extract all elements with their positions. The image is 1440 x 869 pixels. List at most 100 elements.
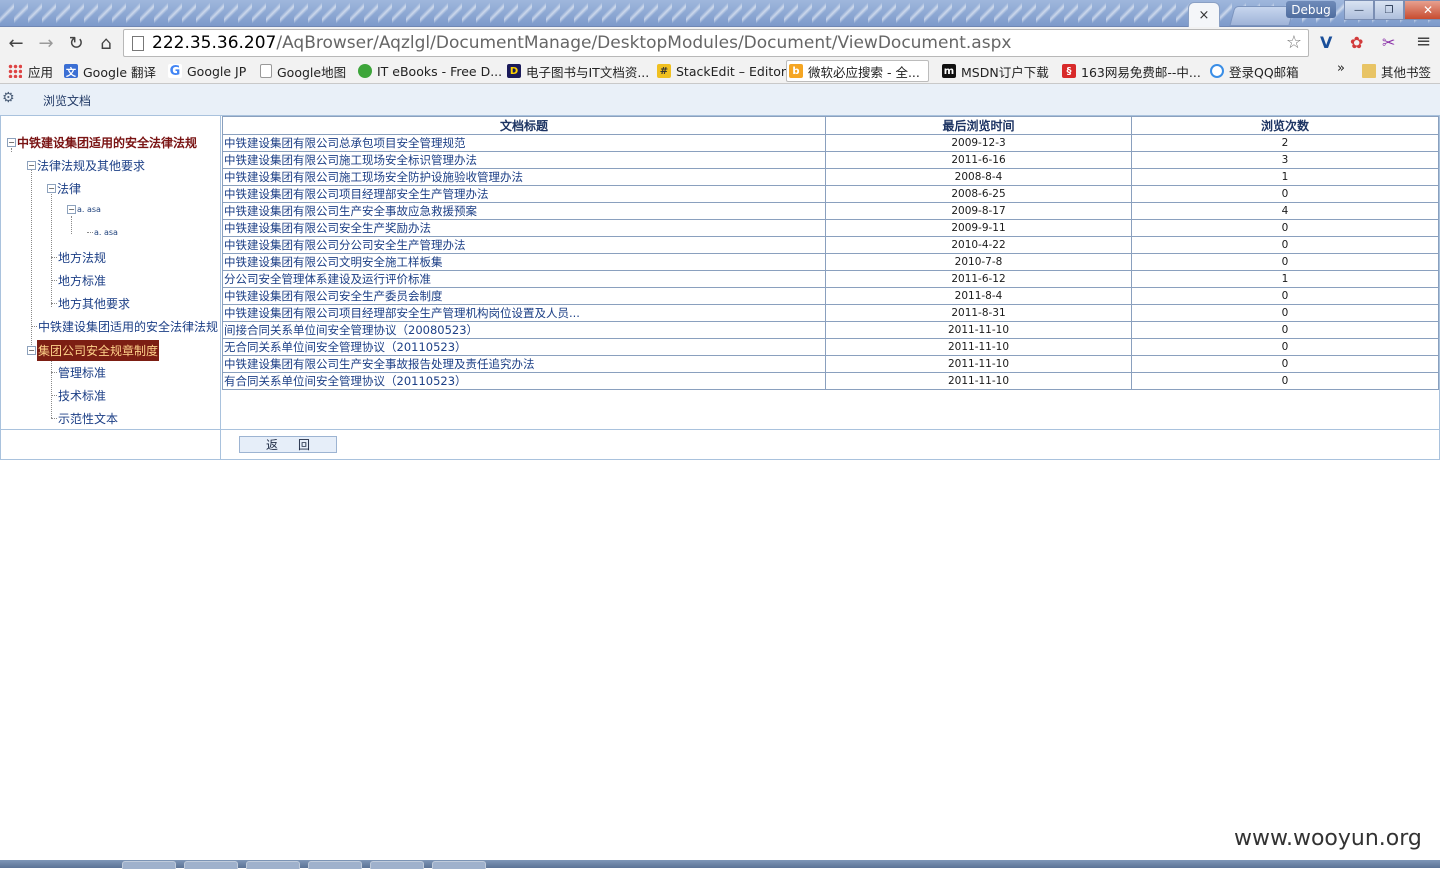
bookmark-bing[interactable]: b 微软必应搜索 - 全...: [786, 60, 929, 82]
document-title-link[interactable]: 中铁建设集团有限公司生产安全事故报告处理及责任追究办法: [222, 355, 826, 373]
tree-node-sample-texts[interactable]: 示范性文本: [51, 410, 118, 427]
document-title-link[interactable]: 中铁建设集团有限公司总承包项目安全管理规范: [222, 134, 826, 152]
back-arrow-icon[interactable]: ←: [2, 29, 30, 57]
table-row[interactable]: 中铁建设集团有限公司分公司安全生产管理办法 2010-4-22 0: [222, 236, 1439, 254]
browser-tab[interactable]: ×: [1188, 2, 1220, 27]
bookmark-other[interactable]: 其他书签: [1362, 61, 1431, 81]
reload-icon[interactable]: ↻: [62, 29, 90, 57]
document-title-link[interactable]: 中铁建设集团有限公司施工现场安全标识管理办法: [222, 151, 826, 169]
column-header-count[interactable]: 浏览次数: [1131, 116, 1439, 135]
bookmark-ebook-docs[interactable]: D 电子图书与IT文档资...: [507, 61, 649, 81]
table-row[interactable]: 无合同关系单位间安全管理协议（20110523） 2011-11-10 0: [222, 338, 1439, 356]
bookmark-label: 其他书签: [1381, 64, 1432, 80]
bookmark-163-mail[interactable]: § 163网易免费邮--中...: [1062, 61, 1201, 81]
collapse-icon[interactable]: −: [67, 205, 76, 214]
column-header-last-view[interactable]: 最后浏览时间: [825, 116, 1132, 135]
page-icon: [260, 64, 272, 78]
new-tab-button[interactable]: [1229, 6, 1295, 26]
table-row[interactable]: 中铁建设集团有限公司安全生产奖励办法 2009-9-11 0: [222, 219, 1439, 237]
document-title-link[interactable]: 中铁建设集团有限公司分公司安全生产管理办法: [222, 236, 826, 254]
tree-node-local-other[interactable]: 地方其他要求: [51, 295, 130, 312]
document-grid-container: 文档标题 最后浏览时间 浏览次数 中铁建设集团有限公司总承包项目安全管理规范 20…: [222, 116, 1439, 390]
bookmark-google-maps[interactable]: Google地图: [260, 61, 346, 81]
browser-menu-icon[interactable]: ≡: [1416, 31, 1431, 52]
tree-node-laws-and-requirements[interactable]: − 法律法规及其他要求: [27, 157, 145, 174]
content-frame: − 中铁建设集团适用的安全法律法规 − 法律法规及其他要求 − 法律 − a. …: [0, 115, 1440, 460]
bookmark-apps[interactable]: 应用: [8, 61, 53, 81]
tree-node-local-regulations[interactable]: 地方法规: [51, 249, 106, 266]
bookmark-star-icon[interactable]: ☆: [1286, 32, 1302, 53]
tree-node-group-laws[interactable]: 中铁建设集团适用的安全法律法规: [31, 318, 218, 335]
collapse-icon[interactable]: −: [7, 138, 16, 147]
document-title-link[interactable]: 间接合同关系单位间安全管理协议（20080523）: [222, 321, 826, 339]
last-view-date: 2011-11-10: [825, 321, 1132, 339]
close-window-icon[interactable]: ✕: [1404, 0, 1440, 20]
table-row[interactable]: 分公司安全管理体系建设及运行评价标准 2011-6-12 1: [222, 270, 1439, 288]
table-row[interactable]: 有合同关系单位间安全管理协议（20110523） 2011-11-10 0: [222, 372, 1439, 390]
table-row[interactable]: 中铁建设集团有限公司安全生产委员会制度 2011-8-4 0: [222, 287, 1439, 305]
bookmark-label: 163网易免费邮--中...: [1081, 64, 1201, 80]
tree-node-asa-child[interactable]: a. asa: [87, 228, 118, 237]
view-count: 0: [1131, 321, 1439, 339]
table-row[interactable]: 中铁建设集团有限公司生产安全事故应急救援预案 2009-8-17 4: [222, 202, 1439, 220]
table-row[interactable]: 中铁建设集团有限公司项目经理部安全生产管理办法 2008-6-25 0: [222, 185, 1439, 203]
table-row[interactable]: 中铁建设集团有限公司项目经理部安全生产管理机构岗位设置及人员... 2011-8-…: [222, 304, 1439, 322]
extension-scissors-icon[interactable]: ✂: [1382, 33, 1395, 52]
collapse-icon[interactable]: −: [27, 161, 36, 170]
collapse-icon[interactable]: −: [47, 184, 56, 193]
document-title-link[interactable]: 中铁建设集团有限公司项目经理部安全生产管理机构岗位设置及人员...: [222, 304, 826, 322]
document-title-link[interactable]: 中铁建设集团有限公司安全生产奖励办法: [222, 219, 826, 237]
bookmark-label: 电子图书与IT文档资...: [526, 64, 650, 80]
table-row[interactable]: 中铁建设集团有限公司总承包项目安全管理规范 2009-12-3 2: [222, 134, 1439, 152]
tree-node-local-standards[interactable]: 地方标准: [51, 272, 106, 289]
bookmark-google-translate[interactable]: 文 Google 翻译: [64, 61, 156, 81]
document-table: 文档标题 最后浏览时间 浏览次数 中铁建设集团有限公司总承包项目安全管理规范 20…: [222, 116, 1439, 390]
tree-node-technical-standards[interactable]: 技术标准: [51, 387, 106, 404]
document-title-link[interactable]: 分公司安全管理体系建设及运行评价标准: [222, 270, 826, 288]
last-view-date: 2008-6-25: [825, 185, 1132, 203]
document-title-link[interactable]: 中铁建设集团有限公司生产安全事故应急救援预案: [222, 202, 826, 220]
bookmarks-more-icon[interactable]: »: [1337, 61, 1345, 76]
restore-icon[interactable]: ❐: [1374, 0, 1404, 20]
extension-circles-icon[interactable]: ✿: [1350, 33, 1363, 52]
tab-close-icon[interactable]: ×: [1199, 8, 1210, 23]
bookmark-stackedit[interactable]: # StackEdit – Editor: [657, 61, 786, 81]
tree-node-group-rules[interactable]: − 集团公司安全规章制度: [27, 340, 160, 361]
home-icon[interactable]: ⌂: [92, 29, 120, 57]
bookmark-msdn[interactable]: m MSDN订户下载: [942, 61, 1049, 81]
folder-icon: [1362, 64, 1376, 78]
tree-connector: [51, 280, 57, 281]
url-text[interactable]: 222.35.36.207/AqBrowser/Aqzlgl/DocumentM…: [152, 33, 1011, 53]
table-row[interactable]: 中铁建设集团有限公司生产安全事故报告处理及责任追究办法 2011-11-10 0: [222, 355, 1439, 373]
tree-node-law[interactable]: − 法律: [47, 180, 81, 197]
forward-arrow-icon[interactable]: →: [32, 29, 60, 57]
minimize-icon[interactable]: —: [1344, 0, 1374, 20]
tree-node-label: 管理标准: [58, 366, 107, 380]
column-header-title[interactable]: 文档标题: [222, 116, 826, 135]
view-count: 1: [1131, 168, 1439, 186]
collapse-icon[interactable]: −: [27, 346, 36, 355]
back-button[interactable]: 返回: [239, 436, 337, 453]
table-row[interactable]: 间接合同关系单位间安全管理协议（20080523） 2011-11-10 0: [222, 321, 1439, 339]
view-count: 0: [1131, 304, 1439, 322]
tree-node-management-standards[interactable]: 管理标准: [51, 364, 106, 381]
bookmark-it-ebooks[interactable]: IT eBooks - Free D...: [358, 61, 502, 81]
bookmark-qq-mail[interactable]: 登录QQ邮箱: [1210, 61, 1299, 81]
document-title-link[interactable]: 中铁建设集团有限公司文明安全施工样板集: [222, 253, 826, 271]
document-title-link[interactable]: 中铁建设集团有限公司安全生产委员会制度: [222, 287, 826, 305]
tree-node-root[interactable]: − 中铁建设集团适用的安全法律法规: [7, 134, 197, 151]
document-title-link[interactable]: 中铁建设集团有限公司项目经理部安全生产管理办法: [222, 185, 826, 203]
last-view-date: 2008-8-4: [825, 168, 1132, 186]
last-view-date: 2010-4-22: [825, 236, 1132, 254]
address-bar[interactable]: 222.35.36.207/AqBrowser/Aqzlgl/DocumentM…: [123, 29, 1309, 57]
document-title-link[interactable]: 有合同关系单位间安全管理协议（20110523）: [222, 372, 826, 390]
document-title-link[interactable]: 无合同关系单位间安全管理协议（20110523）: [222, 338, 826, 356]
table-row[interactable]: 中铁建设集团有限公司文明安全施工样板集 2010-7-8 0: [222, 253, 1439, 271]
extension-v-icon[interactable]: V: [1320, 33, 1332, 52]
tree-node-label: 集团公司安全规章制度: [37, 340, 160, 361]
table-row[interactable]: 中铁建设集团有限公司施工现场安全标识管理办法 2011-6-16 3: [222, 151, 1439, 169]
document-title-link[interactable]: 中铁建设集团有限公司施工现场安全防护设施验收管理办法: [222, 168, 826, 186]
tree-node-asa[interactable]: − a. asa: [67, 205, 101, 214]
bookmark-google-jp[interactable]: G Google JP: [168, 61, 246, 81]
table-row[interactable]: 中铁建设集团有限公司施工现场安全防护设施验收管理办法 2008-8-4 1: [222, 168, 1439, 186]
